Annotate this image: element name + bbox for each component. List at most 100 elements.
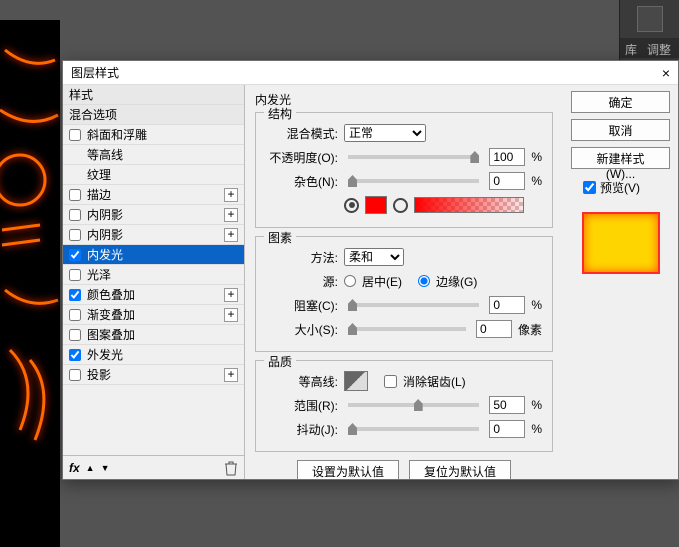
style-item-4[interactable]: 内阴影+ bbox=[63, 205, 244, 225]
source-center-radio[interactable] bbox=[344, 275, 356, 287]
style-item-label: 纹理 bbox=[87, 166, 111, 183]
close-icon[interactable]: × bbox=[662, 65, 670, 81]
style-item-label: 内阴影 bbox=[87, 226, 123, 243]
group-elements: 图素 方法: 柔和 源: 居中(E) 边缘(G) 阻塞(C): % bbox=[255, 236, 553, 352]
blend-mode-select[interactable]: 正常 bbox=[344, 124, 426, 142]
new-style-button[interactable]: 新建样式(W)... bbox=[571, 147, 670, 169]
preview-swatch bbox=[582, 212, 660, 274]
plus-icon[interactable]: + bbox=[224, 188, 238, 202]
tab-library[interactable]: 库 bbox=[620, 38, 642, 58]
style-item-7[interactable]: 光泽 bbox=[63, 265, 244, 285]
blending-options[interactable]: 混合选项 bbox=[63, 105, 244, 125]
style-item-3[interactable]: 描边 + bbox=[63, 185, 244, 205]
style-item-label: 等高线 bbox=[87, 146, 123, 163]
range-label: 范围(R): bbox=[266, 397, 338, 414]
style-item-label: 外发光 bbox=[87, 346, 123, 363]
style-checkbox[interactable] bbox=[69, 229, 81, 241]
choke-input[interactable] bbox=[489, 296, 525, 314]
technique-label: 方法: bbox=[266, 249, 338, 266]
style-item-label: 颜色叠加 bbox=[87, 286, 135, 303]
range-slider[interactable] bbox=[348, 403, 479, 407]
noise-slider[interactable] bbox=[348, 179, 479, 183]
cancel-button[interactable]: 取消 bbox=[571, 119, 670, 141]
jitter-slider[interactable] bbox=[348, 427, 479, 431]
layer-style-dialog: 图层样式 × 样式 混合选项 斜面和浮雕等高线纹理描边+内阴影+内阴影+内发光光… bbox=[62, 60, 679, 480]
opacity-label: 不透明度(O): bbox=[266, 149, 338, 166]
plus-icon[interactable]: + bbox=[224, 208, 238, 222]
color-radio[interactable] bbox=[344, 198, 359, 213]
style-item-0[interactable]: 斜面和浮雕 bbox=[63, 125, 244, 145]
style-item-label: 描边 bbox=[87, 186, 111, 203]
jitter-input[interactable] bbox=[489, 420, 525, 438]
glow-color-swatch[interactable] bbox=[365, 196, 387, 214]
style-item-label: 投影 bbox=[87, 366, 111, 383]
style-checkbox[interactable] bbox=[69, 329, 81, 341]
opacity-input[interactable] bbox=[489, 148, 525, 166]
gradient-radio[interactable] bbox=[393, 198, 408, 213]
style-item-1[interactable]: 等高线 bbox=[63, 145, 244, 165]
style-item-2[interactable]: 纹理 bbox=[63, 165, 244, 185]
technique-select[interactable]: 柔和 bbox=[344, 248, 404, 266]
source-label: 源: bbox=[266, 273, 338, 290]
contour-label: 等高线: bbox=[266, 373, 338, 390]
style-checkbox[interactable] bbox=[69, 129, 81, 141]
jitter-label: 抖动(J): bbox=[266, 421, 338, 438]
fx-icon[interactable] bbox=[637, 6, 663, 32]
style-checkbox[interactable] bbox=[69, 189, 81, 201]
set-default-button[interactable]: 设置为默认值 bbox=[297, 460, 399, 479]
arrow-down-icon[interactable]: ▼ bbox=[101, 463, 110, 473]
dialog-title: 图层样式 bbox=[71, 64, 119, 81]
style-item-10[interactable]: 图案叠加 bbox=[63, 325, 244, 345]
style-item-11[interactable]: 外发光 bbox=[63, 345, 244, 365]
noise-label: 杂色(N): bbox=[266, 173, 338, 190]
plus-icon[interactable]: + bbox=[224, 288, 238, 302]
style-item-label: 光泽 bbox=[87, 266, 111, 283]
dialog-titlebar: 图层样式 × bbox=[63, 61, 678, 85]
choke-label: 阻塞(C): bbox=[266, 297, 338, 314]
style-item-label: 内发光 bbox=[87, 246, 123, 263]
range-input[interactable] bbox=[489, 396, 525, 414]
panel-title: 内发光 bbox=[255, 91, 553, 108]
style-item-label: 图案叠加 bbox=[87, 326, 135, 343]
antialias-checkbox[interactable] bbox=[384, 375, 397, 388]
contour-picker[interactable] bbox=[344, 371, 368, 391]
ok-button[interactable]: 确定 bbox=[571, 91, 670, 113]
style-item-12[interactable]: 投影 + bbox=[63, 365, 244, 385]
style-checkbox[interactable] bbox=[69, 289, 81, 301]
source-edge-radio[interactable] bbox=[418, 275, 430, 287]
plus-icon[interactable]: + bbox=[224, 368, 238, 382]
reset-default-button[interactable]: 复位为默认值 bbox=[409, 460, 511, 479]
style-checkbox[interactable] bbox=[69, 309, 81, 321]
fx-label[interactable]: fx bbox=[69, 461, 80, 475]
trash-icon[interactable] bbox=[224, 460, 238, 476]
style-item-8[interactable]: 颜色叠加 + bbox=[63, 285, 244, 305]
plus-icon[interactable]: + bbox=[224, 308, 238, 322]
plus-icon[interactable]: + bbox=[224, 228, 238, 242]
style-item-label: 渐变叠加 bbox=[87, 306, 135, 323]
style-checkbox[interactable] bbox=[69, 249, 81, 261]
noise-input[interactable] bbox=[489, 172, 525, 190]
style-item-9[interactable]: 渐变叠加 + bbox=[63, 305, 244, 325]
style-checkbox[interactable] bbox=[69, 349, 81, 361]
preview-checkbox[interactable] bbox=[583, 181, 596, 194]
style-checkbox[interactable] bbox=[69, 209, 81, 221]
size-slider[interactable] bbox=[348, 327, 466, 331]
tab-adjustments[interactable]: 调整 bbox=[642, 38, 676, 58]
opacity-slider[interactable] bbox=[348, 155, 479, 159]
style-checkbox[interactable] bbox=[69, 369, 81, 381]
style-list-footer: fx ▲ ▼ bbox=[63, 455, 244, 479]
arrow-up-icon[interactable]: ▲ bbox=[86, 463, 95, 473]
blend-mode-label: 混合模式: bbox=[266, 125, 338, 142]
style-item-5[interactable]: 内阴影 + bbox=[63, 225, 244, 245]
size-input[interactable] bbox=[476, 320, 512, 338]
settings-panel: 内发光 结构 混合模式: 正常 不透明度(O): % 杂色(N): % bbox=[245, 85, 563, 479]
group-structure: 结构 混合模式: 正常 不透明度(O): % 杂色(N): % bbox=[255, 112, 553, 228]
style-checkbox[interactable] bbox=[69, 269, 81, 281]
gradient-picker[interactable] bbox=[414, 197, 524, 213]
style-item-label: 斜面和浮雕 bbox=[87, 126, 147, 143]
choke-slider[interactable] bbox=[348, 303, 479, 307]
app-right-panel: 库 调整 bbox=[619, 0, 679, 60]
styles-header[interactable]: 样式 bbox=[63, 85, 244, 105]
style-item-6[interactable]: 内发光 bbox=[63, 245, 244, 265]
dialog-buttons: 确定 取消 新建样式(W)... 预览(V) bbox=[563, 85, 678, 479]
